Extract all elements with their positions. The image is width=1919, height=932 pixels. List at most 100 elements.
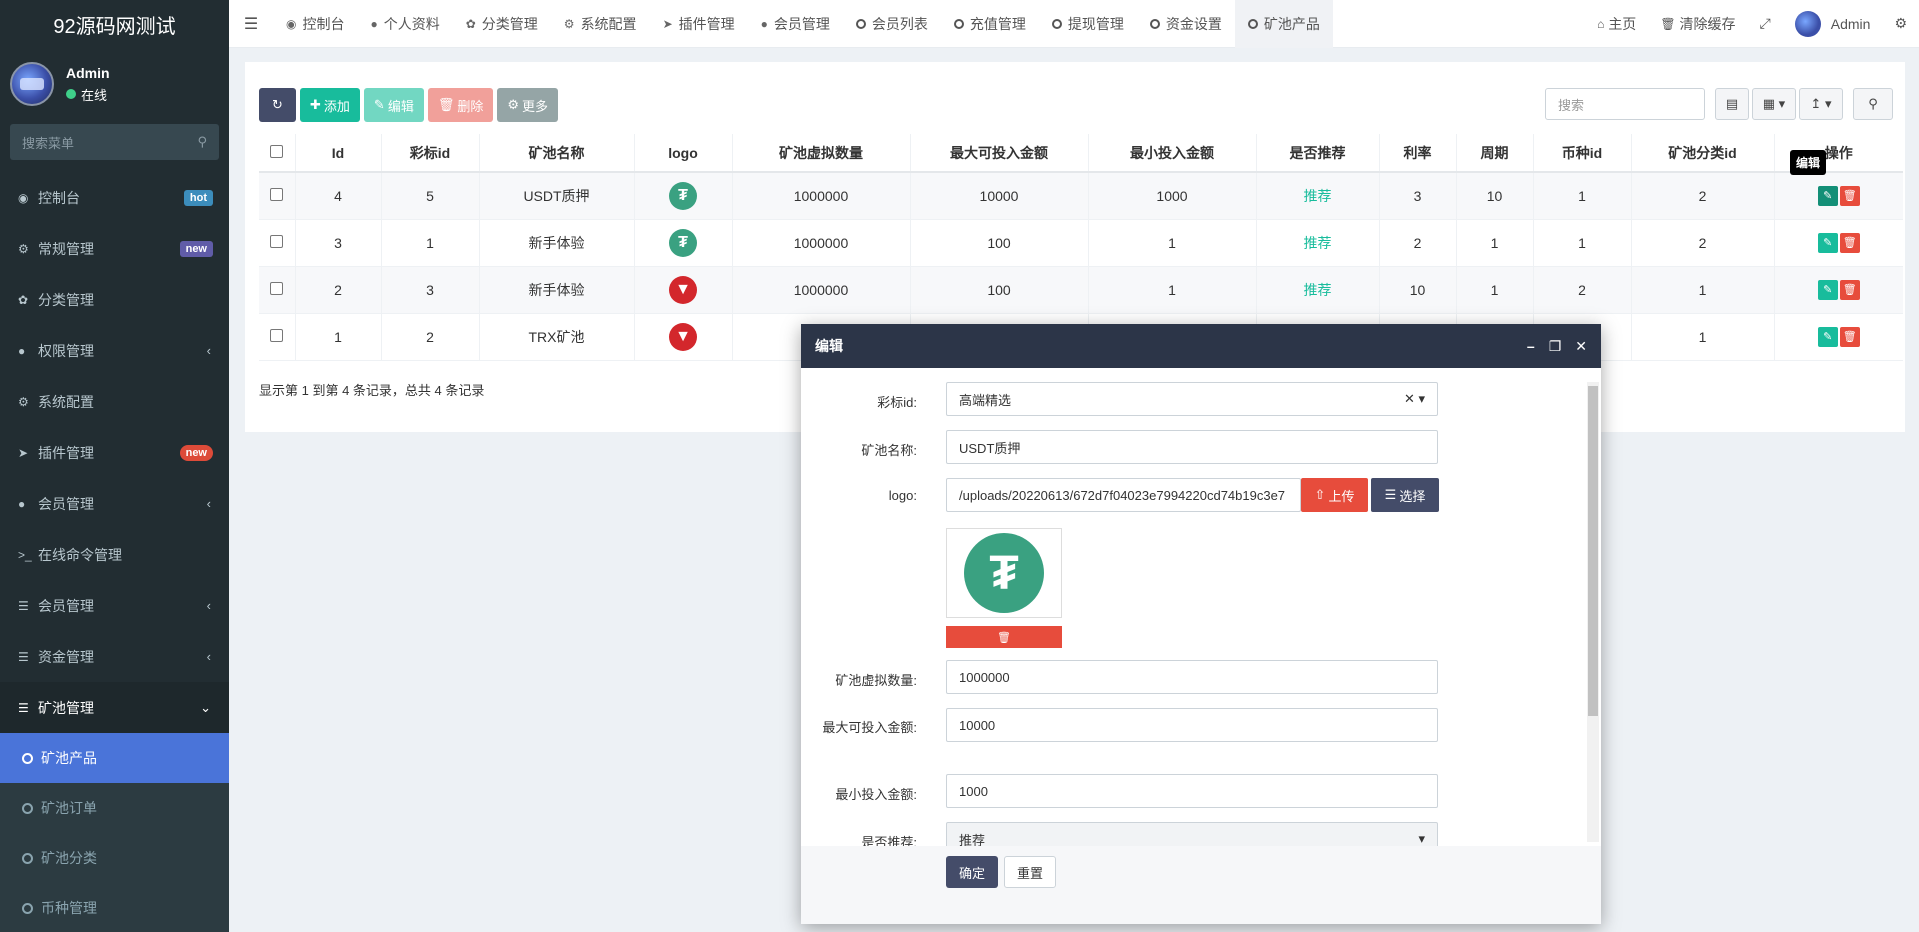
sidebar-item-dashboard[interactable]: ◉ 控制台 hot xyxy=(0,172,229,223)
tab-config[interactable]: ⚙ 系统配置 xyxy=(551,0,650,48)
cell-recommend[interactable]: 推荐 xyxy=(1255,219,1379,267)
qty-field[interactable]: 1000000 xyxy=(946,660,1438,694)
fullscreen-icon[interactable]: ⤢ xyxy=(1748,15,1783,32)
choose-button[interactable]: ☰ 选择 xyxy=(1371,478,1439,512)
col-header-period[interactable]: 周期 xyxy=(1455,134,1533,173)
cell-recommend[interactable]: 推荐 xyxy=(1255,172,1379,220)
refresh-button[interactable]: ↻ xyxy=(259,88,296,122)
tab-member-list[interactable]: 会员列表 xyxy=(843,0,941,48)
cell-actions: ✎ 🗑 xyxy=(1773,266,1903,314)
row-checkbox[interactable] xyxy=(259,219,295,267)
max-field[interactable]: 10000 xyxy=(946,708,1438,742)
clear-caret-icon[interactable]: ✕ ▾ xyxy=(1404,391,1425,407)
edit-button[interactable]: ✎ 编辑 xyxy=(363,88,424,122)
name-field[interactable]: USDT质押 xyxy=(946,430,1438,464)
row-delete-icon[interactable]: 🗑 xyxy=(1839,232,1860,253)
modal-header[interactable]: 编辑 – ❐ ✕ xyxy=(801,324,1601,368)
col-header-id[interactable]: Id xyxy=(294,134,381,173)
admin-menu[interactable]: Admin xyxy=(1783,10,1883,37)
tab-dashboard[interactable]: ◉ 控制台 xyxy=(273,0,357,48)
more-button[interactable]: ⚙ 更多 xyxy=(497,88,559,122)
col-header-recommend[interactable]: 是否推荐 xyxy=(1255,134,1379,173)
search-icon[interactable]: ⚲ xyxy=(1853,88,1893,120)
add-button[interactable]: ✚ 添加 xyxy=(300,88,360,122)
sidebar-item-general[interactable]: ⚙ 常规管理 new xyxy=(0,223,229,274)
row-edit-icon[interactable]: ✎ xyxy=(1817,185,1838,206)
col-header-max[interactable]: 最大可投入金额 xyxy=(909,134,1088,173)
sidebar-item-fund[interactable]: ☰ 资金管理 ‹ xyxy=(0,631,229,682)
row-edit-icon[interactable]: ✎ xyxy=(1817,279,1838,300)
brand-title[interactable]: 92源码网测试 xyxy=(0,0,229,48)
tab-category[interactable]: ✿ 分类管理 xyxy=(453,0,551,48)
export-icon[interactable]: ↥ ▾ xyxy=(1799,88,1843,120)
clear-cache-button[interactable]: 🗑 清除缓存 xyxy=(1648,14,1747,34)
modal-scrollbar[interactable] xyxy=(1587,382,1599,842)
sidebar-subitem-coin[interactable]: 币种管理 xyxy=(0,883,229,932)
sidebar-item-auth[interactable]: ● 权限管理 ‹ xyxy=(0,325,229,376)
sidebar-subitem-mining-order[interactable]: 矿池订单 xyxy=(0,783,229,833)
tab-withdraw[interactable]: 提现管理 xyxy=(1039,0,1137,48)
tab-profile[interactable]: ● 个人资料 xyxy=(357,0,452,48)
col-header-qty[interactable]: 矿池虚拟数量 xyxy=(731,134,910,173)
cell-max: 100 xyxy=(909,266,1088,314)
table-search-input[interactable]: 搜索 xyxy=(1545,88,1705,120)
menu-toggle-icon[interactable]: ☰ xyxy=(229,14,273,34)
tab-member[interactable]: ● 会员管理 xyxy=(748,0,843,48)
select-all-checkbox[interactable] xyxy=(259,134,295,173)
row-delete-icon[interactable]: 🗑 xyxy=(1839,185,1860,206)
scrollbar-thumb[interactable] xyxy=(1588,386,1598,716)
minimize-icon[interactable]: – xyxy=(1527,338,1535,355)
tab-recharge[interactable]: 充值管理 xyxy=(941,0,1039,48)
col-header-category[interactable]: 矿池分类id xyxy=(1630,134,1774,173)
row-checkbox[interactable] xyxy=(259,313,295,361)
reset-button[interactable]: 重置 xyxy=(1004,856,1056,888)
cell-recommend[interactable]: 推荐 xyxy=(1255,266,1379,314)
close-icon[interactable]: ✕ xyxy=(1575,338,1587,355)
sidebar-item-member[interactable]: ● 会员管理 ‹ xyxy=(0,478,229,529)
upload-button[interactable]: ⇧ 上传 xyxy=(1301,478,1368,512)
row-delete-icon[interactable]: 🗑 xyxy=(1839,279,1860,300)
usdt-logo-icon[interactable]: ₮ xyxy=(669,181,697,210)
usdt-logo-icon[interactable]: ₮ xyxy=(669,228,697,257)
sidebar-item-member2[interactable]: ☰ 会员管理 ‹ xyxy=(0,580,229,631)
settings-cogs-icon[interactable]: ⚙ xyxy=(1882,15,1919,32)
sidebar-item-mining[interactable]: ☰ 矿池管理 ⌄ xyxy=(0,682,229,733)
logo-path-field[interactable]: /uploads/20220613/672d7f04023e7994220cd7… xyxy=(946,478,1301,512)
caibiao-select[interactable]: 高端精选 ✕ ▾ xyxy=(946,382,1438,416)
sidebar-subitem-mining-category[interactable]: 矿池分类 xyxy=(0,833,229,883)
sidebar-item-config[interactable]: ⚙ 系统配置 xyxy=(0,376,229,427)
row-checkbox[interactable] xyxy=(259,266,295,314)
table-tools: ▤ ▦ ▾ ↥ ▾ ⚲ xyxy=(1712,88,1893,120)
row-checkbox[interactable] xyxy=(259,172,295,220)
sidebar-subitem-label: 矿池分类 xyxy=(41,850,97,866)
row-delete-icon[interactable]: 🗑 xyxy=(1839,326,1860,347)
col-header-rate[interactable]: 利率 xyxy=(1378,134,1456,173)
delete-button[interactable]: 🗑 删除 xyxy=(427,88,494,122)
trx-logo-icon[interactable]: ▼ xyxy=(669,322,697,351)
col-header-caibiao[interactable]: 彩标id xyxy=(380,134,479,173)
sidebar-search-input[interactable]: 搜索菜单 ⚲ xyxy=(10,124,219,160)
row-edit-icon[interactable]: ✎ xyxy=(1817,326,1838,347)
tab-addon[interactable]: ➤ 插件管理 xyxy=(650,0,748,48)
col-header-coin[interactable]: 币种id xyxy=(1532,134,1631,173)
sidebar-item-addon[interactable]: ➤ 插件管理 new xyxy=(0,427,229,478)
col-header-name[interactable]: 矿池名称 xyxy=(478,134,634,173)
remove-logo-button[interactable]: 🗑 xyxy=(946,626,1062,648)
columns-grid-icon[interactable]: ▦ ▾ xyxy=(1752,88,1796,120)
min-field[interactable]: 1000 xyxy=(946,774,1438,808)
col-header-min[interactable]: 最小投入金额 xyxy=(1087,134,1256,173)
recommend-select[interactable]: 推荐 ▾ xyxy=(946,822,1438,846)
trx-logo-icon[interactable]: ▼ xyxy=(669,275,697,304)
sidebar-item-command[interactable]: >_ 在线命令管理 xyxy=(0,529,229,580)
toggle-view-icon[interactable]: ▤ xyxy=(1715,88,1749,120)
maximize-icon[interactable]: ❐ xyxy=(1549,338,1562,355)
cell-id: 3 xyxy=(294,219,381,267)
tab-mining-product[interactable]: 矿池产品 xyxy=(1234,0,1333,48)
col-header-logo[interactable]: logo xyxy=(633,134,732,173)
sidebar-subitem-mining-product[interactable]: 矿池产品 xyxy=(0,733,229,783)
tab-fund-settings[interactable]: 资金设置 xyxy=(1137,0,1235,48)
sidebar-item-category[interactable]: ✿ 分类管理 xyxy=(0,274,229,325)
confirm-button[interactable]: 确定 xyxy=(946,856,998,888)
row-edit-icon[interactable]: ✎ xyxy=(1817,232,1838,253)
home-link[interactable]: ⌂ 主页 xyxy=(1585,14,1648,34)
